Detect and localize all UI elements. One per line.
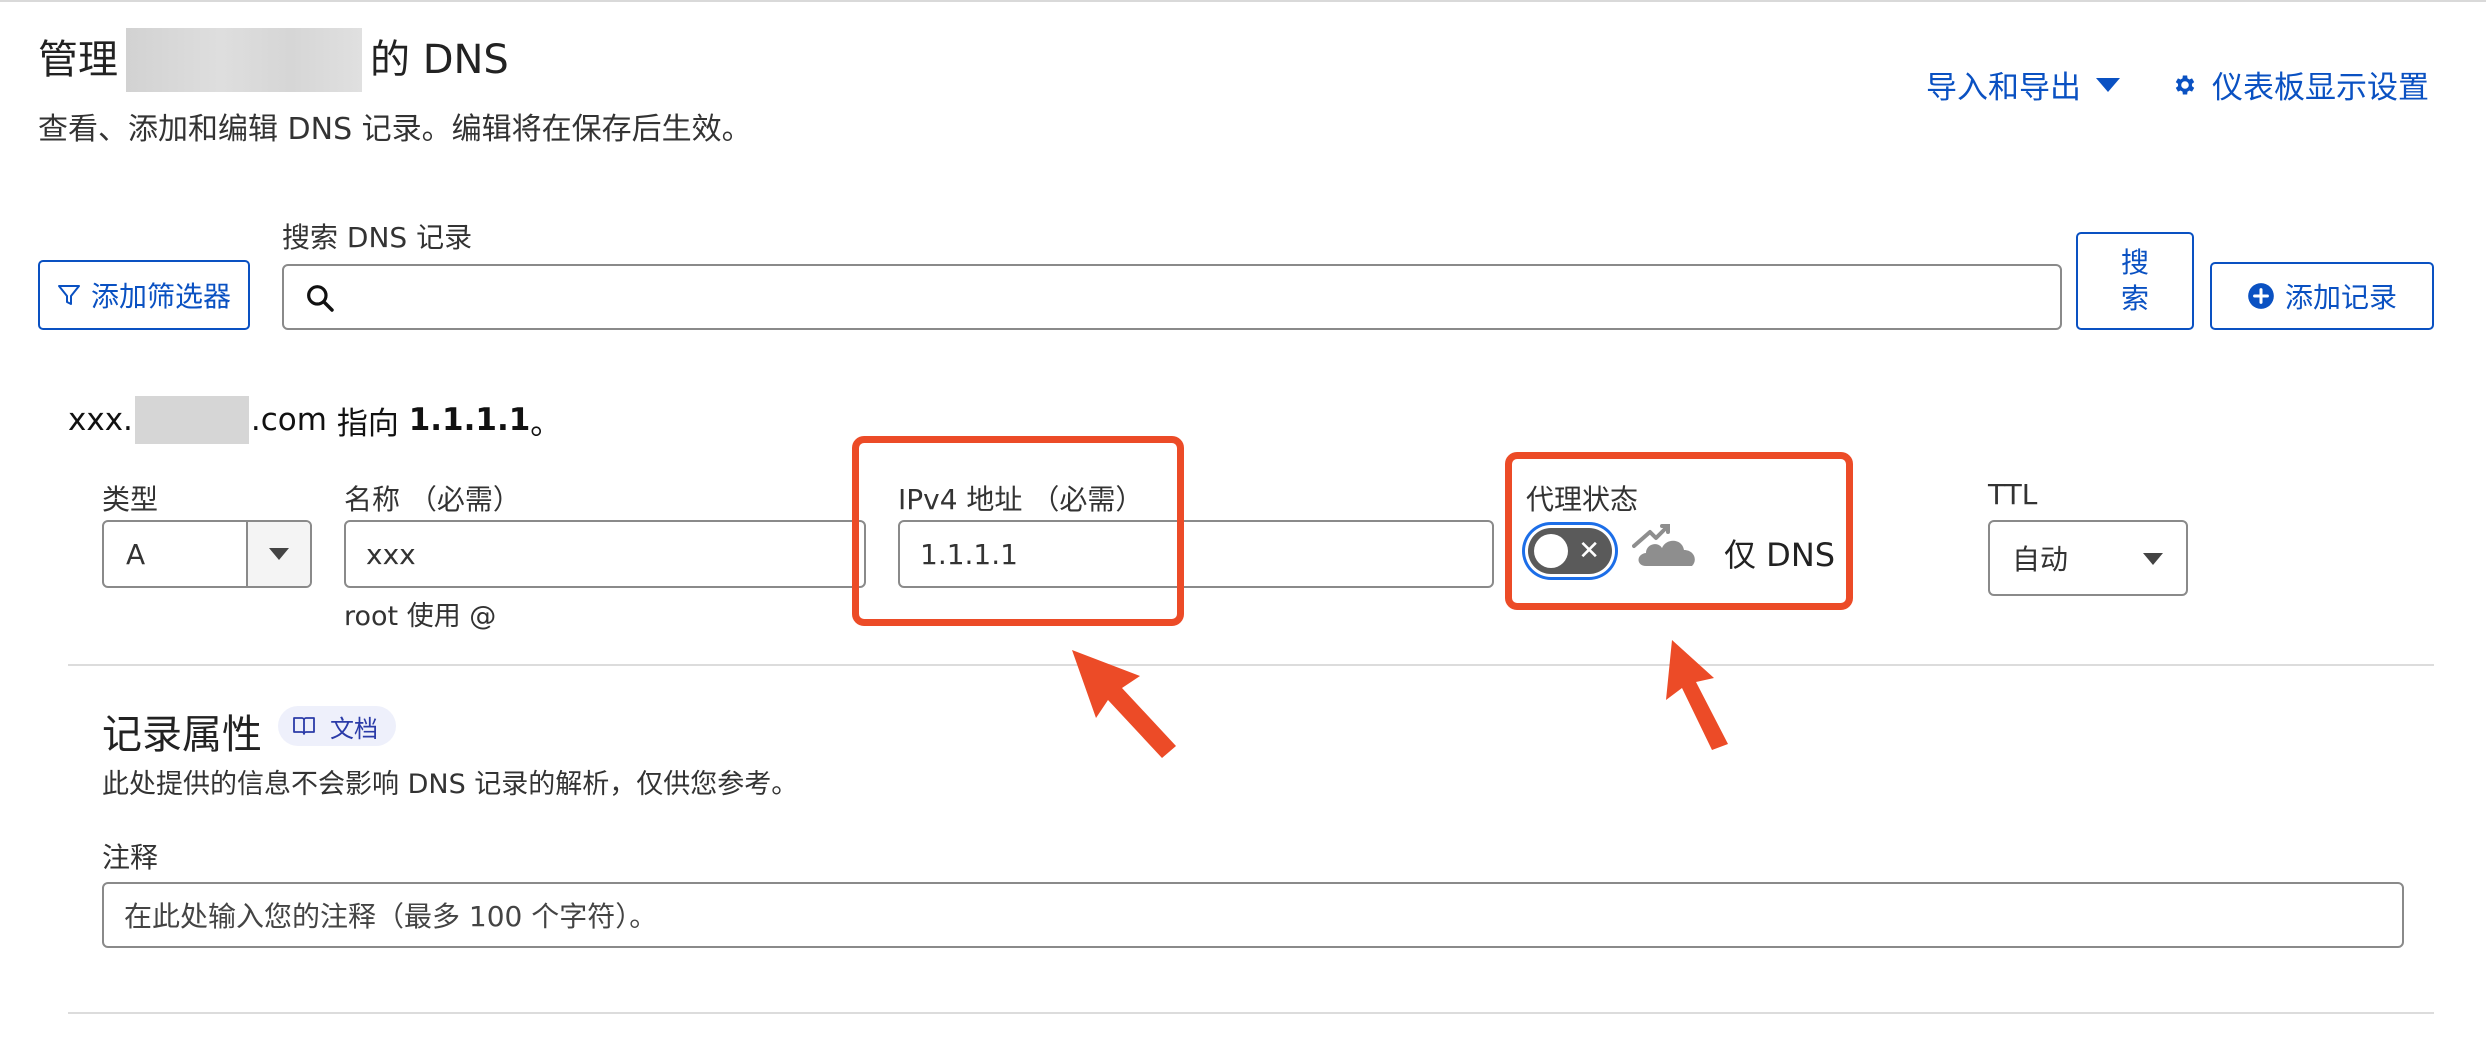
ttl-label: TTL — [1988, 478, 2038, 511]
comment-placeholder: 在此处输入您的注释（最多 100 个字符）。 — [124, 900, 658, 933]
top-divider — [0, 0, 2486, 2]
ttl-select[interactable]: 自动 — [1988, 520, 2188, 596]
book-icon — [293, 717, 315, 735]
docs-label: 文档 — [330, 714, 378, 743]
name-input[interactable]: xxx — [344, 520, 866, 588]
type-select[interactable]: A — [102, 520, 312, 588]
summary-prefix: xxx. — [68, 402, 133, 438]
comment-label: 注释 — [102, 841, 159, 874]
type-value: A — [126, 537, 146, 571]
redacted-domain-small — [134, 396, 249, 444]
add-record-label: 添加记录 — [2284, 281, 2397, 314]
annotation-arrow-proxy — [1666, 640, 1728, 750]
name-value: xxx — [366, 537, 416, 571]
add-filter-label: 添加筛选器 — [90, 280, 231, 313]
name-hint: root 使用 @ — [344, 601, 497, 632]
summary-mid: 指向 — [326, 405, 409, 442]
search-button-line1: 搜 — [2120, 246, 2149, 279]
search-input[interactable] — [282, 264, 2062, 330]
summary-end: 。 — [530, 405, 562, 442]
page-subtitle: 查看、添加和编辑 DNS 记录。编辑将在保存后生效。 — [38, 112, 752, 147]
caret-down-icon — [2096, 77, 2120, 92]
bottom-divider — [68, 1012, 2434, 1014]
type-dropdown-toggle[interactable] — [246, 522, 310, 586]
caret-down-icon — [2143, 553, 2163, 565]
type-label: 类型 — [102, 483, 159, 516]
page-title-suffix: 的 DNS — [370, 37, 509, 83]
annotation-arrow-ipv4 — [1072, 650, 1176, 758]
search-label: 搜索 DNS 记录 — [282, 221, 473, 254]
caret-down-icon — [269, 548, 289, 560]
annotation-box-proxy — [1505, 452, 1853, 610]
filter-icon — [57, 285, 80, 305]
summary-domain-suffix: .com — [250, 402, 327, 438]
ttl-value: 自动 — [2012, 543, 2069, 576]
section-divider — [68, 664, 2434, 666]
record-attributes-description: 此处提供的信息不会影响 DNS 记录的解析，仅供您参考。 — [102, 769, 799, 800]
redacted-domain — [126, 28, 362, 92]
add-filter-button[interactable]: 添加筛选器 — [38, 260, 250, 330]
dashboard-settings-button[interactable]: 仪表板显示设置 — [2172, 62, 2429, 107]
name-label: 名称 （必需） — [344, 483, 521, 516]
search-button[interactable]: 搜 索 — [2076, 232, 2194, 330]
page-title: 管理 的 DNS — [38, 28, 509, 92]
record-summary: xxx. .com 指向 1.1.1.1 。 — [68, 396, 561, 444]
comment-input[interactable]: 在此处输入您的注释（最多 100 个字符）。 — [102, 882, 2404, 948]
docs-link[interactable]: 文档 — [278, 706, 396, 746]
page-title-prefix: 管理 — [38, 37, 118, 83]
dashboard-settings-label: 仪表板显示设置 — [2212, 70, 2429, 106]
import-export-button[interactable]: 导入和导出 — [1926, 62, 2121, 107]
plus-circle-icon — [2248, 283, 2274, 309]
import-export-label: 导入和导出 — [1926, 70, 2081, 106]
search-button-line2: 索 — [2120, 282, 2149, 315]
record-attributes-title: 记录属性 — [102, 712, 262, 758]
add-record-button[interactable]: 添加记录 — [2210, 262, 2434, 330]
summary-target: 1.1.1.1 — [408, 402, 531, 438]
gear-icon — [2175, 74, 2195, 95]
annotation-box-ipv4 — [852, 436, 1184, 626]
search-icon — [307, 285, 334, 312]
